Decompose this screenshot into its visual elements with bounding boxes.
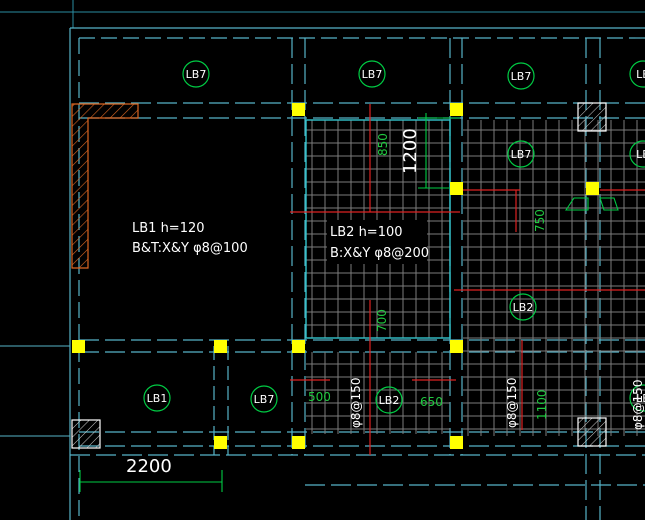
- slab-tag: LB7: [358, 60, 386, 88]
- slab-tag-label: LB2: [379, 394, 400, 407]
- lb2-rebar: B:X&Y φ8@200: [330, 246, 429, 261]
- rebar-mark-3: φ8@150: [631, 380, 645, 430]
- dim-2200: 2200: [126, 456, 172, 477]
- dim-650: 650: [420, 395, 443, 409]
- dim-850: 850: [376, 133, 390, 156]
- dim-700: 700: [375, 309, 389, 332]
- rebar-mark-2: φ8@150: [505, 378, 519, 428]
- slab-tag-label: LB1: [147, 392, 168, 405]
- dim-1100: 1100: [535, 389, 549, 420]
- slab-tag: LB7: [182, 60, 210, 88]
- slab-tag-label: LB7: [254, 393, 275, 406]
- slab-tag-label: LB2: [513, 301, 534, 314]
- slab-tag: LB7: [507, 62, 535, 90]
- slab-tag: LB: [629, 60, 645, 88]
- dim-500: 500: [308, 390, 331, 404]
- slab-tag-label: LB7: [511, 148, 532, 161]
- slab-tag-label: LB7: [362, 68, 383, 81]
- slab-tag: LB1: [143, 384, 171, 412]
- lb1-title: LB1 h=120: [132, 221, 205, 236]
- slab-tag-label: LB7: [186, 68, 207, 81]
- hatched-wall: [71, 103, 139, 269]
- slab-tag-label: LB: [636, 148, 645, 161]
- slab-tag: LB7: [250, 385, 278, 413]
- rebar-mark-1: φ8@150: [349, 378, 363, 428]
- slab-tag-label: LB7: [511, 70, 532, 83]
- cad-drawing-canvas[interactable]: LB7LB7LB7LBLB7LBLB2LB1LB7LB2LB LB1 h=120…: [0, 0, 645, 520]
- lb1-rebar: B&T:X&Y φ8@100: [132, 241, 248, 256]
- slab-tag-label: LB: [636, 68, 645, 81]
- dim-750: 750: [533, 209, 547, 232]
- dim-1200: 1200: [400, 128, 421, 174]
- lb2-title: LB2 h=100: [330, 225, 403, 240]
